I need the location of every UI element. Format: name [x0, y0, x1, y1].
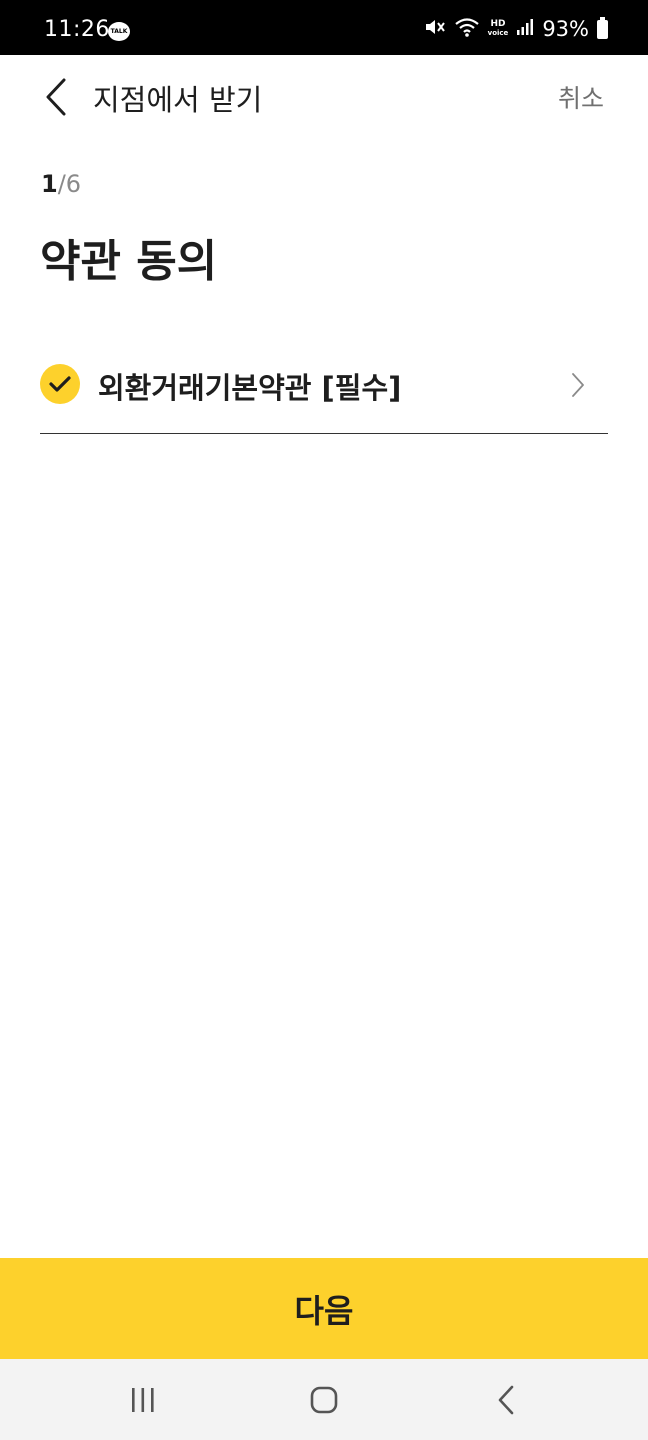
- check-icon: [49, 376, 71, 392]
- hd-voice-icon: HD voice: [488, 20, 509, 38]
- mute-icon: [424, 17, 446, 41]
- battery-icon: [597, 16, 608, 39]
- back-button[interactable]: [36, 75, 76, 119]
- status-bar: 11:26 TALK HD voice 93%: [0, 0, 648, 55]
- step-indicator: 1/6: [41, 170, 81, 198]
- next-button[interactable]: 다음: [0, 1258, 648, 1359]
- recents-icon: [132, 1388, 154, 1412]
- voice-label: voice: [487, 29, 509, 37]
- signal-icon: [516, 18, 534, 40]
- chevron-left-icon: [46, 78, 66, 116]
- status-icons: HD voice 93%: [424, 16, 608, 42]
- agreement-row-forex-terms[interactable]: 외환거래기본약관 [필수]: [40, 340, 608, 434]
- step-total: 6: [65, 170, 82, 198]
- step-current: 1: [41, 170, 58, 198]
- agreement-label: 외환거래기본약관 [필수]: [98, 371, 402, 405]
- nav-back-button[interactable]: [476, 1377, 536, 1423]
- cancel-button[interactable]: 취소: [558, 79, 604, 115]
- step-separator: /: [57, 170, 66, 198]
- agreement-checkbox[interactable]: [40, 364, 80, 404]
- home-icon: [310, 1386, 338, 1414]
- nav-recents-button[interactable]: [113, 1377, 173, 1423]
- app-header: 지점에서 받기 취소: [0, 55, 648, 139]
- header-title: 지점에서 받기: [93, 83, 263, 117]
- kakaotalk-notification-icon: TALK: [108, 22, 130, 41]
- chevron-right-icon: [568, 370, 588, 400]
- battery-percent: 93%: [542, 17, 589, 41]
- nav-home-button[interactable]: [294, 1377, 354, 1423]
- page-title: 약관 동의: [40, 236, 218, 287]
- system-nav-bar: [0, 1359, 648, 1440]
- status-time: 11:26: [44, 17, 110, 42]
- back-icon: [498, 1385, 514, 1415]
- wifi-icon: [454, 16, 480, 42]
- hd-label: HD: [490, 19, 506, 29]
